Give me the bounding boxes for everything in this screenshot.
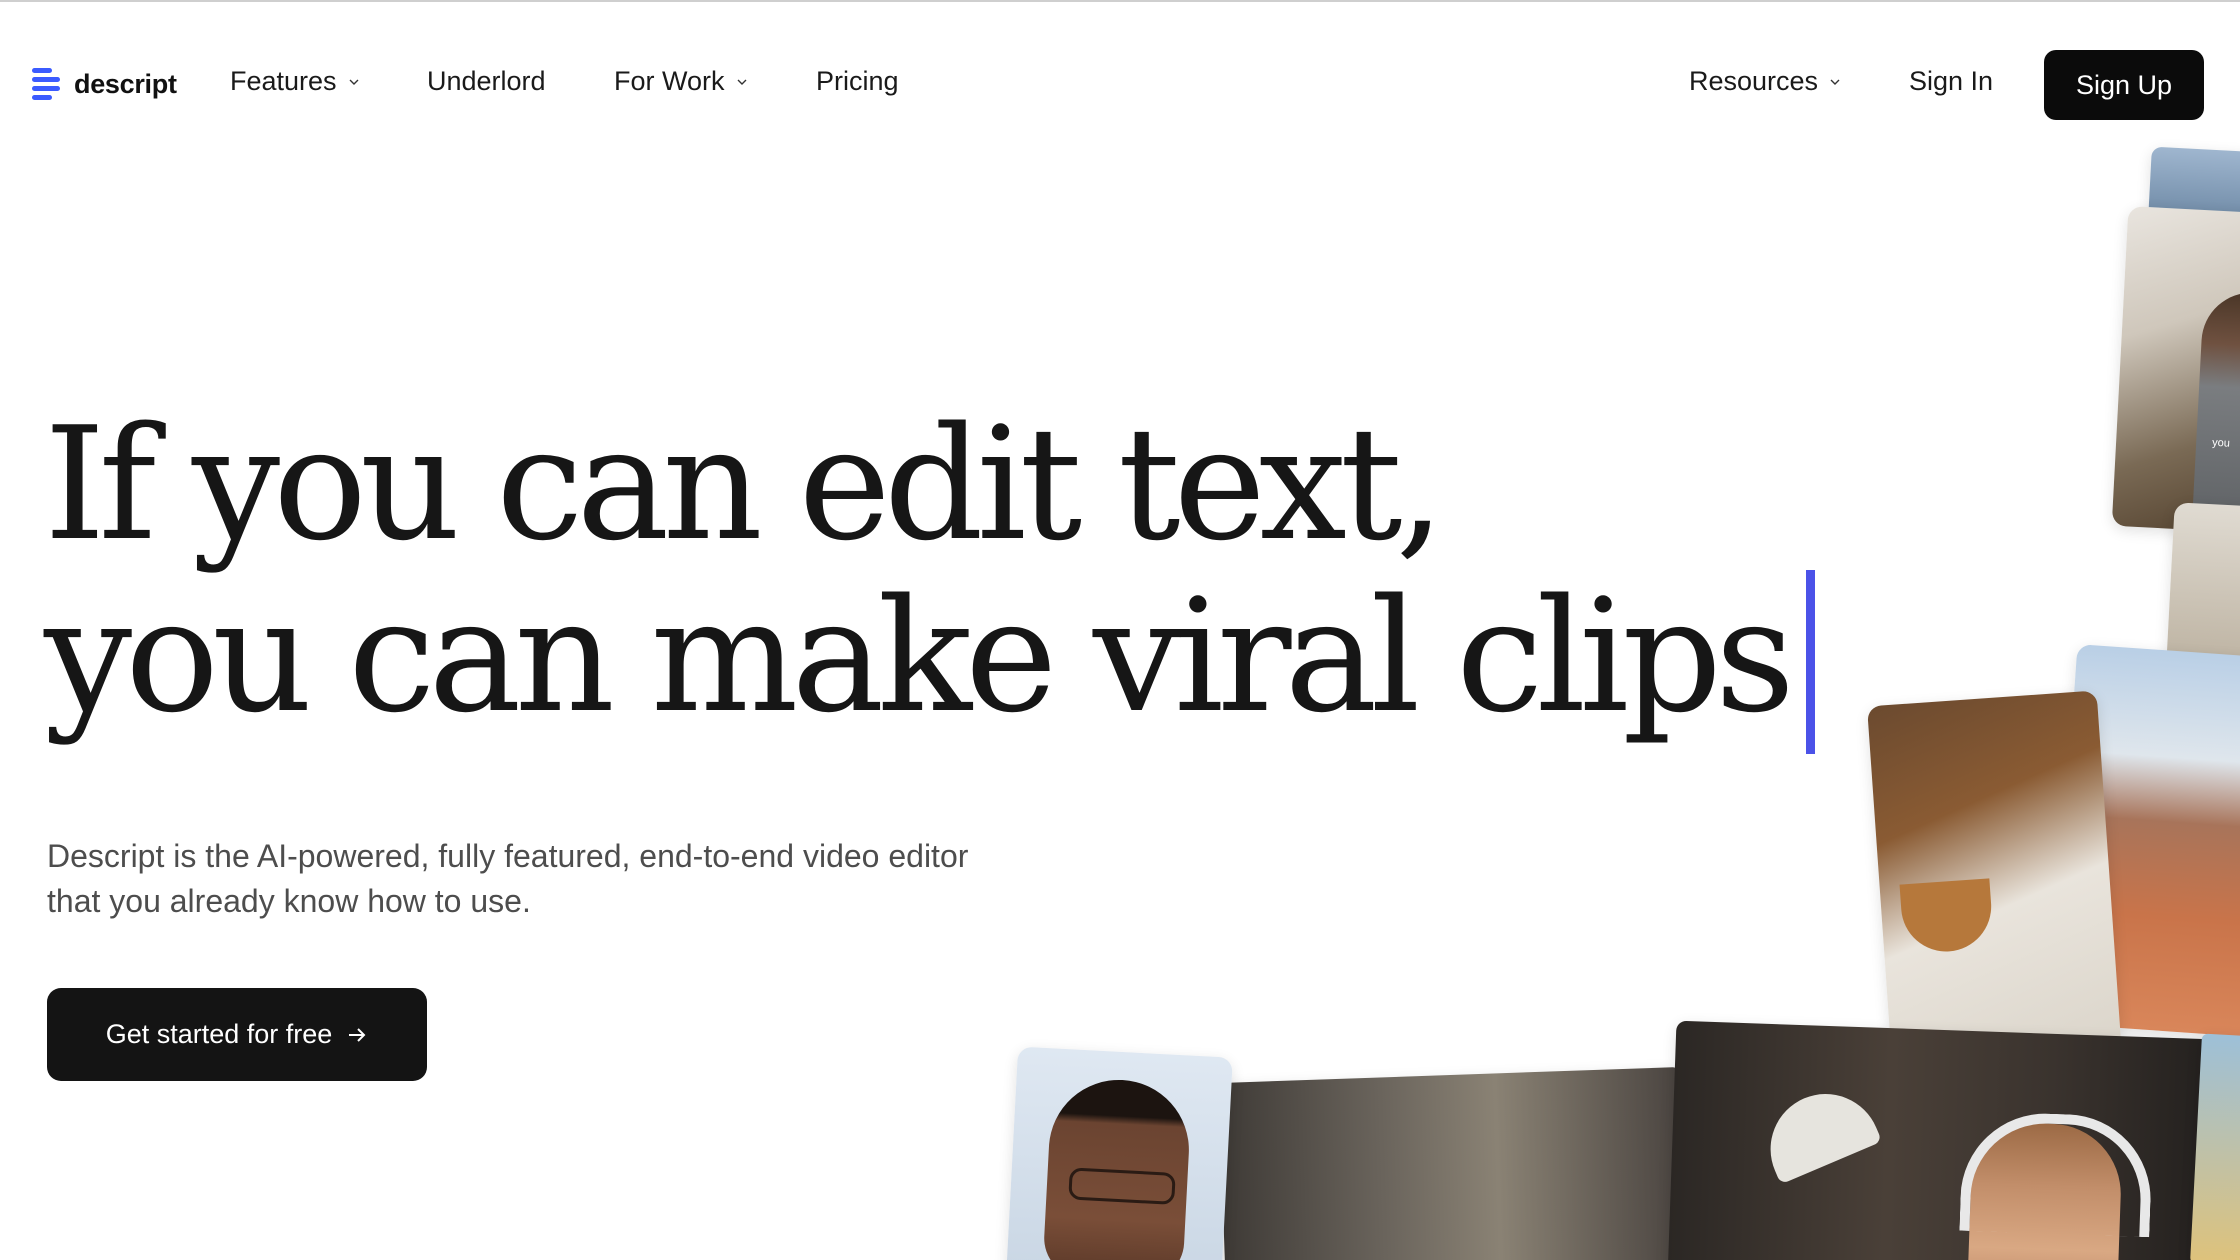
thumbnail-woman-headphones	[1667, 1020, 2217, 1260]
thumbnail-room	[1218, 1067, 1686, 1260]
descript-logo-icon	[32, 66, 64, 102]
headphones-shape	[1959, 1110, 2154, 1238]
nav-underlord-label: Underlord	[427, 66, 546, 96]
nav-sign-in[interactable]: Sign In	[1909, 66, 1993, 97]
nav-pricing[interactable]: Pricing	[816, 66, 899, 97]
top-nav: descript Features Underlord For Work Pri…	[0, 0, 2240, 170]
thumbnail-man-glasses	[1006, 1046, 1233, 1260]
hero-headline: If you can edit text, you can make viral…	[44, 393, 1816, 754]
nav-resources[interactable]: Resources	[1689, 66, 1840, 97]
arrow-right-icon	[349, 1027, 366, 1042]
sign-up-button-label: Sign Up	[2075, 69, 2173, 100]
thumbnail-office-presenter: you	[2111, 206, 2240, 534]
glasses-shape	[1068, 1167, 1176, 1205]
nav-underlord[interactable]: Underlord	[427, 66, 546, 97]
nav-features-label: Features	[230, 66, 337, 96]
headline-line-2-wrap: you can make viral clips	[44, 570, 1816, 754]
sign-up-button[interactable]: Sign Up	[2044, 50, 2204, 120]
get-started-label: Get started for free	[105, 1019, 333, 1049]
chevron-down-icon	[349, 79, 359, 85]
headline-line-2: you can make viral clips	[44, 565, 1795, 747]
presenter-figure	[2191, 290, 2240, 534]
nav-features[interactable]: Features	[230, 66, 359, 97]
chevron-down-icon	[1830, 79, 1840, 85]
hero-subtext-line-2: that you already know how to use.	[47, 883, 531, 919]
bowl-shape	[1899, 878, 1995, 955]
man-figure	[1042, 1076, 1193, 1260]
lamp-shade	[1753, 1076, 1883, 1185]
hero-subtext: Descript is the AI-powered, fully featur…	[47, 834, 1167, 924]
nav-for-work[interactable]: For Work	[614, 66, 747, 97]
shirt-text: you	[2211, 436, 2231, 450]
nav-pricing-label: Pricing	[816, 66, 899, 96]
sign-in-link-label: Sign In	[1909, 66, 1994, 96]
text-caret	[1806, 570, 1816, 754]
descript-logo[interactable]: descript	[32, 66, 177, 102]
thumbnail-cooking	[1867, 690, 2123, 1086]
get-started-button[interactable]: Get started for free	[47, 988, 427, 1081]
page: descript Features Underlord For Work Pri…	[0, 0, 2240, 1260]
hero-subtext-line-1: Descript is the AI-powered, fully featur…	[47, 838, 969, 874]
chevron-down-icon	[737, 79, 747, 85]
nav-for-work-label: For Work	[614, 66, 725, 96]
headline-line-1: If you can edit text,	[44, 393, 1445, 575]
logo-wordmark: descript	[74, 68, 177, 99]
nav-resources-label: Resources	[1689, 66, 1819, 96]
